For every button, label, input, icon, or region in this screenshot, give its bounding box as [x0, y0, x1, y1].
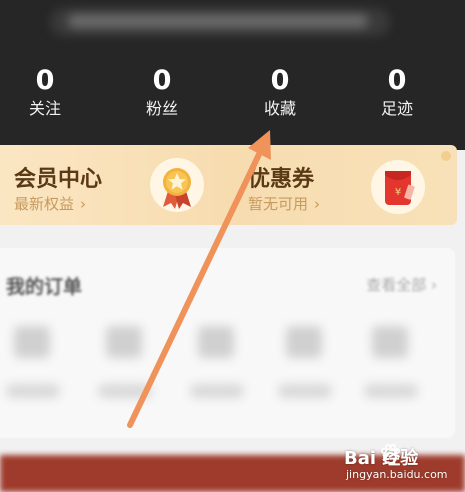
coupon-subtitle-text: 暂无可用 — [248, 195, 309, 213]
stat-label: 收藏 — [263, 99, 296, 118]
member-center-subtitle-text: 最新权益 — [14, 195, 75, 213]
stats-row: 0 关注 0 粉丝 0 收藏 0 足迹 — [0, 66, 465, 126]
stat-history[interactable]: 0 足迹 — [352, 66, 442, 126]
order-status-item[interactable] — [96, 326, 156, 416]
baidu-jingyan-watermark: Bai 经验 jingyan.baidu.com — [344, 440, 462, 488]
stat-value: 0 — [387, 65, 407, 96]
profile-screen: 0 关注 0 粉丝 0 收藏 0 足迹 会员中心 最新权益 › 优惠券 暂无可用… — [0, 0, 465, 492]
member-center-subtitle: 最新权益 › — [14, 193, 86, 214]
order-status-item[interactable] — [188, 326, 248, 416]
stat-following[interactable]: 0 关注 — [0, 66, 90, 126]
blurred-text — [68, 14, 368, 28]
svg-text:¥: ¥ — [395, 187, 401, 198]
chevron-right-icon: › — [431, 276, 437, 294]
stat-label: 足迹 — [380, 99, 413, 118]
stat-value: 0 — [152, 65, 172, 96]
medal-icon — [150, 158, 204, 212]
profile-header: 0 关注 0 粉丝 0 收藏 0 足迹 — [0, 0, 465, 150]
stat-value: 0 — [270, 65, 290, 96]
view-all-label: 查看全部 — [366, 276, 427, 294]
member-center-button[interactable]: 会员中心 最新权益 › — [14, 145, 234, 225]
view-all-orders-link[interactable]: 查看全部 › — [366, 274, 437, 295]
stat-favorites[interactable]: 0 收藏 — [235, 66, 325, 126]
order-status-item[interactable] — [276, 326, 336, 416]
order-status-item[interactable] — [4, 326, 64, 416]
watermark-url: jingyan.baidu.com — [346, 468, 448, 481]
stat-label: 关注 — [28, 99, 61, 118]
chevron-right-icon: › — [314, 195, 321, 213]
order-status-item[interactable] — [362, 326, 422, 416]
blurred-user-info — [50, 8, 390, 36]
orders-title: 我的订单 — [6, 276, 83, 298]
chevron-right-icon: › — [80, 195, 87, 213]
member-center-title: 会员中心 — [14, 167, 103, 192]
promo-card: 会员中心 最新权益 › 优惠券 暂无可用 › ¥ — [0, 145, 457, 225]
paw-icon — [380, 443, 400, 464]
order-status-row — [0, 326, 455, 416]
red-envelope-icon: ¥ — [371, 160, 425, 214]
stat-label: 粉丝 — [145, 99, 178, 118]
orders-section: 我的订单 查看全部 › — [0, 248, 455, 438]
stat-followers[interactable]: 0 粉丝 — [117, 66, 207, 126]
coupon-button[interactable]: 优惠券 暂无可用 › ¥ — [248, 145, 457, 225]
coupon-subtitle: 暂无可用 › — [248, 193, 320, 214]
coupon-title: 优惠券 — [248, 167, 315, 192]
stat-value: 0 — [35, 65, 55, 96]
